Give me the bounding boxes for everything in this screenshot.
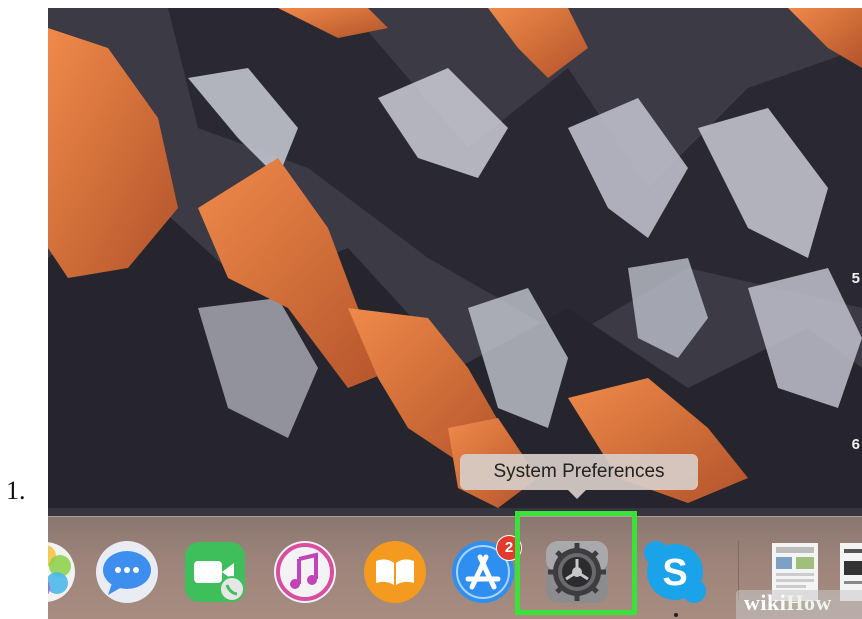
messages-icon[interactable]	[94, 539, 160, 605]
itunes-icon[interactable]	[272, 539, 338, 605]
dock-tooltip: System Preferences	[460, 454, 698, 490]
watermark-wiki: wiki	[744, 590, 787, 615]
edge-label: 6	[851, 436, 860, 453]
wikihow-watermark: wikiHow	[736, 590, 862, 619]
skype-icon[interactable]: S	[642, 539, 708, 605]
watermark-how: How	[786, 590, 832, 615]
ibooks-icon[interactable]	[362, 539, 428, 605]
running-indicator	[674, 613, 678, 617]
step-number: 1.	[6, 476, 26, 505]
highlight-box	[515, 511, 637, 615]
tooltip-arrow	[568, 490, 586, 499]
svg-text:S: S	[662, 552, 687, 594]
edge-label: 5	[851, 270, 860, 287]
screenshot: 5 6 System Preferences 2 S wikiHow	[48, 8, 862, 619]
facetime-icon[interactable]	[182, 539, 248, 605]
photos-icon[interactable]	[48, 539, 78, 605]
